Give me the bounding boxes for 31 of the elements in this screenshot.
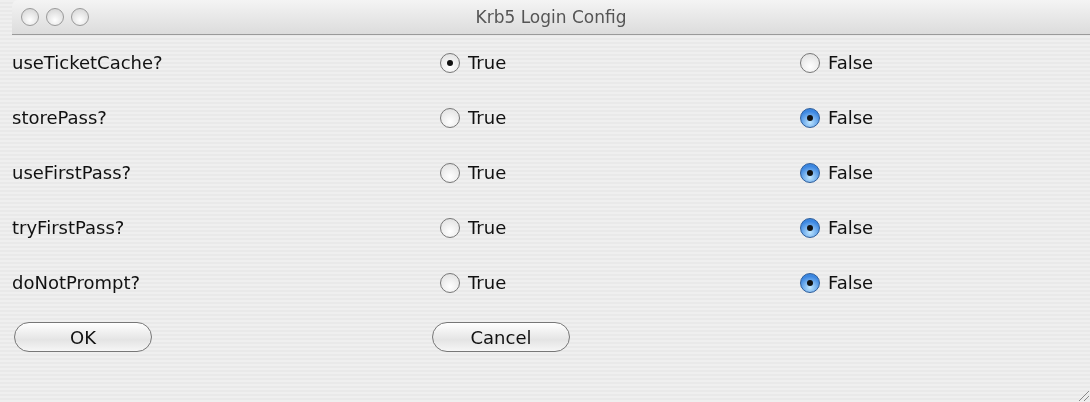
radio-option[interactable]: False xyxy=(800,217,874,238)
ok-button[interactable]: OK xyxy=(14,322,152,352)
radio-button[interactable] xyxy=(440,52,460,73)
minimize-button[interactable] xyxy=(46,8,64,26)
radio-button[interactable] xyxy=(440,107,460,128)
radio-button[interactable] xyxy=(440,217,460,238)
option-label: tryFirstPass? xyxy=(12,217,126,238)
option-label: useTicketCache? xyxy=(12,52,164,73)
radio-button[interactable] xyxy=(440,272,460,293)
radio-option[interactable]: True xyxy=(440,107,507,128)
close-button[interactable] xyxy=(21,8,39,26)
window-title: Krb5 Login Config xyxy=(475,7,627,27)
radio-option[interactable]: True xyxy=(440,217,507,238)
option-label: useFirstPass? xyxy=(12,162,133,183)
option-label: doNotPrompt? xyxy=(12,272,142,293)
radio-option[interactable]: False xyxy=(800,107,874,128)
option-label: storePass? xyxy=(12,107,108,128)
radio-button[interactable] xyxy=(800,107,820,128)
radio-option[interactable]: False xyxy=(800,272,874,293)
radio-option[interactable]: True xyxy=(440,162,507,183)
radio-button[interactable] xyxy=(440,162,460,183)
radio-button[interactable] xyxy=(800,217,820,238)
radio-button[interactable] xyxy=(800,162,820,183)
radio-button[interactable] xyxy=(800,52,820,73)
cancel-button[interactable]: Cancel xyxy=(432,322,570,352)
radio-option[interactable]: True xyxy=(440,272,507,293)
radio-option[interactable]: False xyxy=(800,162,874,183)
radio-button[interactable] xyxy=(800,272,820,293)
zoom-button[interactable] xyxy=(71,8,89,26)
radio-option[interactable]: False xyxy=(800,52,874,73)
radio-option[interactable]: True xyxy=(440,52,507,73)
